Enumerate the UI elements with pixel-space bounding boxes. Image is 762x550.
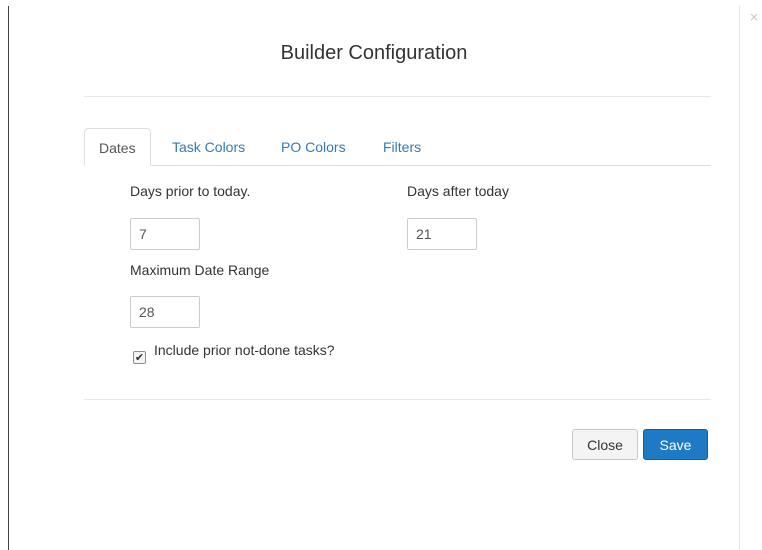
dialog-title: Builder Configuration bbox=[280, 42, 468, 64]
footer-divider bbox=[84, 399, 711, 400]
tab-bar: Dates Task Colors PO Colors Filters bbox=[84, 128, 711, 166]
header-divider bbox=[84, 96, 711, 97]
close-button[interactable]: Close bbox=[572, 429, 638, 460]
tab-dates[interactable]: Dates bbox=[84, 128, 151, 166]
include-prior-tasks-checkbox[interactable]: ✔ bbox=[133, 351, 146, 364]
days-after-label: Days after today bbox=[407, 183, 509, 199]
max-date-range-input[interactable] bbox=[130, 296, 200, 328]
tab-po-colors[interactable]: PO Colors bbox=[281, 128, 346, 166]
save-button[interactable]: Save bbox=[643, 429, 708, 460]
tab-filters[interactable]: Filters bbox=[383, 128, 421, 166]
include-prior-tasks-label: Include prior not-done tasks? bbox=[154, 342, 335, 358]
builder-configuration-dialog: Builder Configuration Dates Task Colors … bbox=[8, 6, 740, 550]
days-after-input[interactable] bbox=[407, 218, 477, 250]
close-icon[interactable]: × bbox=[748, 11, 760, 23]
days-prior-input[interactable] bbox=[130, 218, 200, 250]
days-prior-label: Days prior to today. bbox=[130, 183, 251, 199]
max-date-range-label: Maximum Date Range bbox=[130, 262, 270, 278]
tab-task-colors[interactable]: Task Colors bbox=[172, 128, 245, 166]
